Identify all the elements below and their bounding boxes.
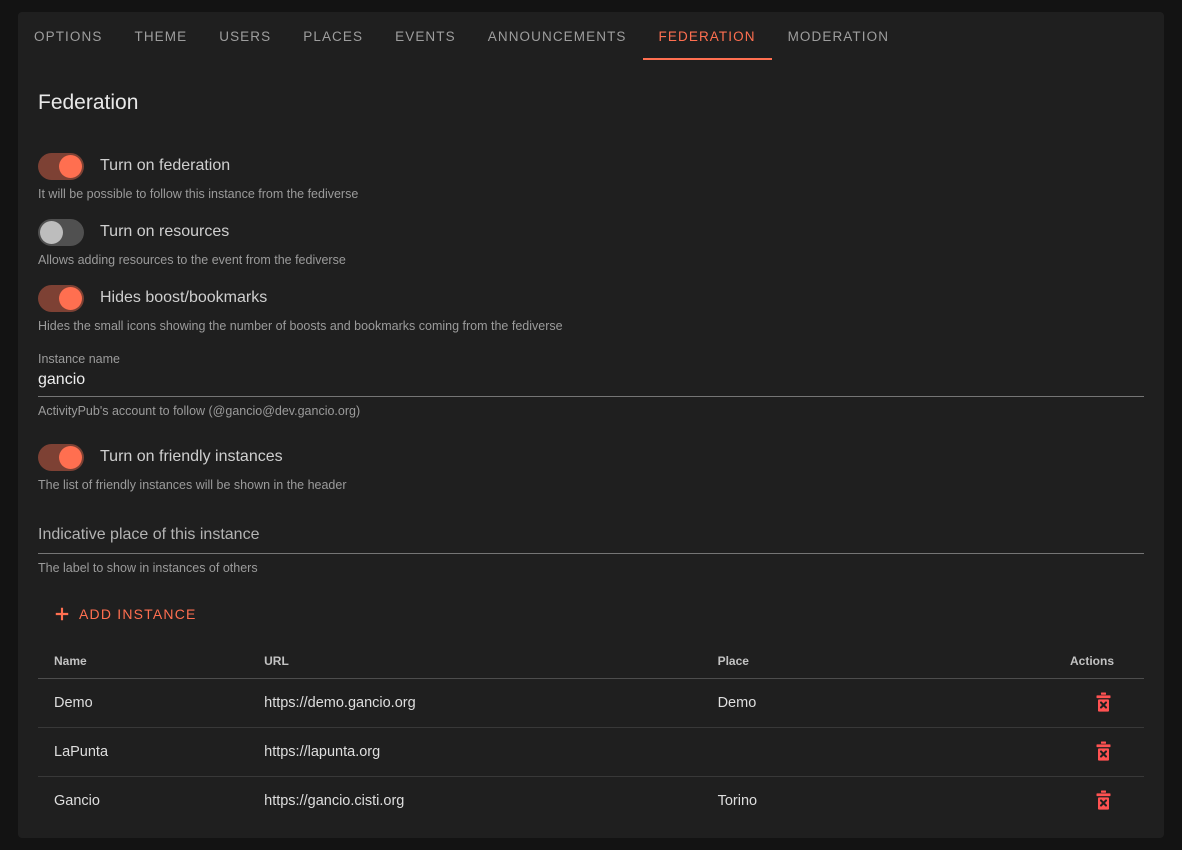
- add-instance-button[interactable]: ADD INSTANCE: [38, 600, 213, 628]
- tab-events[interactable]: EVENTS: [379, 12, 472, 60]
- plus-icon: [54, 606, 70, 622]
- resources-toggle-label: Turn on resources: [100, 223, 229, 241]
- instance-place: [702, 727, 1045, 776]
- admin-panel-card: OPTIONS THEME USERS PLACES EVENTS ANNOUN…: [18, 12, 1164, 838]
- trash-x-icon: [1095, 790, 1112, 810]
- indicative-place-input[interactable]: [38, 523, 1144, 554]
- federation-panel: Federation Turn on federation It will be…: [18, 90, 1164, 825]
- tab-federation[interactable]: FEDERATION: [643, 12, 772, 60]
- federation-toggle[interactable]: [38, 153, 84, 180]
- setting-friendly-instances: Turn on friendly instances The list of f…: [38, 443, 1144, 493]
- instance-name-field: Instance name ActivityPub's account to f…: [38, 352, 1144, 419]
- resources-hint: Allows adding resources to the event fro…: [38, 253, 1144, 268]
- indicative-place-hint: The label to show in instances of others: [38, 561, 1144, 576]
- instance-url: https://gancio.cisti.org: [248, 776, 701, 825]
- trash-x-icon: [1095, 741, 1112, 761]
- instance-name: Gancio: [38, 776, 248, 825]
- tab-users[interactable]: USERS: [203, 12, 287, 60]
- instances-table: Name URL Place Actions Demo https://demo…: [38, 644, 1144, 825]
- resources-toggle[interactable]: [38, 219, 84, 246]
- boost-bookmarks-hint: Hides the small icons showing the number…: [38, 319, 1144, 334]
- setting-boost-bookmarks: Hides boost/bookmarks Hides the small ic…: [38, 284, 1144, 334]
- instance-name-label: Instance name: [38, 352, 1144, 367]
- toggle-thumb: [59, 155, 82, 178]
- setting-resources: Turn on resources Allows adding resource…: [38, 218, 1144, 268]
- add-instance-label: ADD INSTANCE: [79, 606, 197, 622]
- boost-bookmarks-toggle-label: Hides boost/bookmarks: [100, 289, 267, 307]
- page-title: Federation: [38, 90, 1144, 116]
- table-header-row: Name URL Place Actions: [38, 644, 1144, 678]
- instance-url: https://lapunta.org: [248, 727, 701, 776]
- delete-instance-button[interactable]: [1093, 690, 1114, 714]
- tab-options[interactable]: OPTIONS: [18, 12, 118, 60]
- delete-instance-button[interactable]: [1093, 739, 1114, 763]
- friendly-instances-hint: The list of friendly instances will be s…: [38, 478, 1144, 493]
- instance-name-hint: ActivityPub's account to follow (@gancio…: [38, 404, 1144, 419]
- instance-row: Demo https://demo.gancio.org Demo: [38, 678, 1144, 727]
- instance-place: Torino: [702, 776, 1045, 825]
- toggle-thumb: [40, 221, 63, 244]
- header-url: URL: [248, 644, 701, 678]
- trash-x-icon: [1095, 692, 1112, 712]
- instance-row: Gancio https://gancio.cisti.org Torino: [38, 776, 1144, 825]
- instance-url: https://demo.gancio.org: [248, 678, 701, 727]
- setting-federation: Turn on federation It will be possible t…: [38, 152, 1144, 202]
- header-name: Name: [38, 644, 248, 678]
- admin-tabbar: OPTIONS THEME USERS PLACES EVENTS ANNOUN…: [10, 12, 1164, 60]
- friendly-instances-toggle[interactable]: [38, 444, 84, 471]
- tab-announcements[interactable]: ANNOUNCEMENTS: [472, 12, 643, 60]
- friendly-instances-toggle-label: Turn on friendly instances: [100, 448, 283, 466]
- instance-name: LaPunta: [38, 727, 248, 776]
- delete-instance-button[interactable]: [1093, 788, 1114, 812]
- instance-row: LaPunta https://lapunta.org: [38, 727, 1144, 776]
- tab-moderation[interactable]: MODERATION: [772, 12, 906, 60]
- federation-toggle-label: Turn on federation: [100, 157, 230, 175]
- federation-hint: It will be possible to follow this insta…: [38, 187, 1144, 202]
- header-actions: Actions: [1044, 644, 1144, 678]
- toggle-thumb: [59, 446, 82, 469]
- toggle-thumb: [59, 287, 82, 310]
- tab-theme[interactable]: THEME: [118, 12, 203, 60]
- instance-name: Demo: [38, 678, 248, 727]
- instance-name-input[interactable]: [38, 367, 1144, 397]
- instance-place: Demo: [702, 678, 1045, 727]
- boost-bookmarks-toggle[interactable]: [38, 285, 84, 312]
- tab-places[interactable]: PLACES: [287, 12, 379, 60]
- header-place: Place: [702, 644, 1045, 678]
- indicative-place-field: The label to show in instances of others: [38, 523, 1144, 576]
